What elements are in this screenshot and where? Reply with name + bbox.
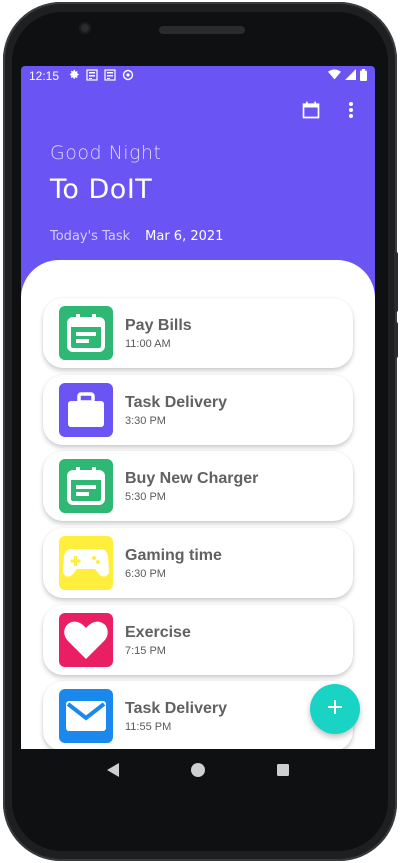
back-triangle-icon [106,762,120,783]
sim-card-icon [104,68,116,84]
earpiece-speaker [159,26,245,34]
home-circle-icon [190,762,206,783]
plus-icon [327,699,343,720]
status-bar: 12:15 [21,66,375,86]
task-card[interactable]: Gaming time 6:30 PM [43,528,353,598]
system-navigation-bar [21,749,375,795]
task-name: Pay Bills [125,316,192,334]
status-time: 12:15 [29,69,60,83]
app-screen: 12:15 Good Night To DoIT Today's Task Ma… [21,66,375,749]
task-time: 5:30 PM [125,490,166,503]
date-row: Today's Task Mar 6, 2021 [50,229,223,244]
greeting-text: Good Night [50,142,162,164]
task-time: 6:30 PM [125,567,166,580]
task-card[interactable]: Task Delivery 11:55 PM [43,681,353,749]
task-time: 11:55 PM [125,720,172,733]
calendar-note-icon [59,306,113,360]
add-task-button[interactable] [310,684,360,734]
toolbar-actions [299,100,363,124]
calendar-note-icon [59,459,113,513]
task-time: 7:15 PM [125,644,166,657]
todays-task-label: Today's Task [50,229,131,244]
task-name: Buy New Charger [125,469,259,487]
task-time: 11:00 AM [125,337,171,350]
mail-icon [59,689,113,743]
task-name: Task Delivery [125,393,227,411]
more-vert-icon [348,101,354,124]
task-card[interactable]: Pay Bills 11:00 AM [43,298,353,368]
volume-button [394,252,398,312]
task-name: Exercise [125,623,191,641]
battery-icon [360,68,367,84]
back-button[interactable] [103,762,123,782]
app-title: To DoIT [50,174,153,205]
signal-icon [345,69,356,83]
task-card[interactable]: Task Delivery 3:30 PM [43,375,353,445]
front-camera [79,22,91,34]
task-card[interactable]: Exercise 7:15 PM [43,605,353,675]
wifi-icon [328,69,341,83]
more-options-button[interactable] [339,100,363,124]
home-button[interactable] [188,762,208,782]
task-card[interactable]: Buy New Charger 5:30 PM [43,451,353,521]
briefcase-icon [59,383,113,437]
data-saver-icon [122,69,134,84]
power-button [394,322,398,358]
recents-button[interactable] [273,762,293,782]
heart-icon [59,613,113,667]
calendar-icon [301,100,321,125]
task-name: Gaming time [125,546,222,564]
task-name: Task Delivery [125,699,227,717]
task-list-sheet: Pay Bills 11:00 AM Task Delivery 3:30 PM… [21,260,375,749]
current-date: Mar 6, 2021 [145,229,224,244]
sim-card-icon [86,68,98,84]
task-time: 3:30 PM [125,414,166,427]
settings-icon [69,69,80,83]
recents-square-icon [276,763,290,782]
calendar-button[interactable] [299,100,323,124]
gamepad-icon [59,536,113,590]
